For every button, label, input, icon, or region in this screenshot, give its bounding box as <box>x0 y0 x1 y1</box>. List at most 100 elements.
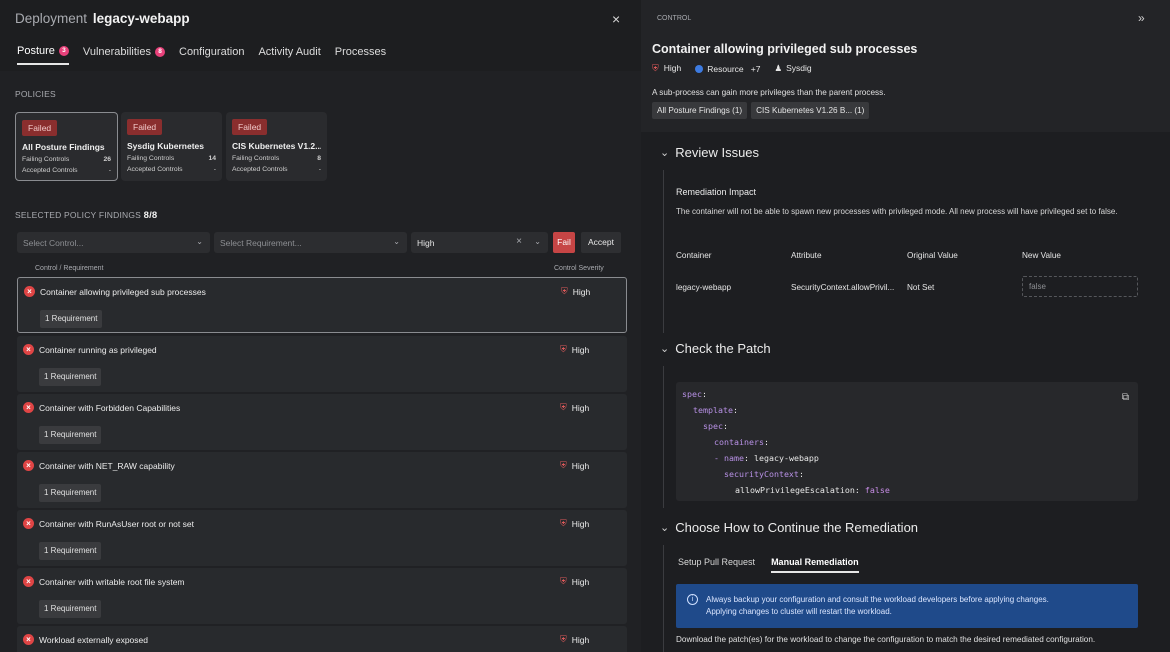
resource-meta[interactable]: Resource +7 <box>695 64 760 74</box>
failing-row: Failing Controls 8 <box>232 155 321 162</box>
tab-label: Vulnerabilities <box>82 46 151 58</box>
requirement-chip[interactable]: 1 Requirement <box>39 542 102 560</box>
new-value-input[interactable]: false <box>1022 276 1138 297</box>
control-placeholder: Select Control... <box>23 238 84 248</box>
review-issues-header[interactable]: ⌄ Review Issues <box>660 145 759 160</box>
severity-label: High <box>571 344 590 355</box>
severity: ⛨ High <box>560 576 589 587</box>
failing-label: Failing Controls <box>232 155 280 162</box>
resource-label: Resource <box>707 63 744 74</box>
tab-label: Activity Audit <box>258 46 321 58</box>
count-badge: 3 <box>58 46 69 56</box>
severity: ⛨ High <box>560 460 589 471</box>
check-patch-header[interactable]: ⌄ Check the Patch <box>660 341 771 356</box>
control-header: CONTROL » Container allowing privileged … <box>641 0 1170 132</box>
severity-select[interactable]: High × ⌄ <box>411 232 548 253</box>
policy-card[interactable]: Failed Sysdig Kubernetes Failing Control… <box>121 112 222 181</box>
tab-posture[interactable]: Posture 3 <box>17 45 69 65</box>
collapse-panel-icon[interactable]: » <box>1138 11 1145 25</box>
finding-title: Container with writable root file system <box>39 577 185 587</box>
tab-manual-remediation[interactable]: Manual Remediation <box>771 557 859 573</box>
shield-icon: ⛨ <box>560 518 567 528</box>
requirement-placeholder: Select Requirement... <box>220 238 302 248</box>
fail-button[interactable]: Fail <box>553 232 575 253</box>
cell-original: Not Set <box>907 283 935 292</box>
control-select[interactable]: Select Control... ⌄ <box>17 232 210 253</box>
copy-icon[interactable]: ⧉ <box>1122 392 1129 403</box>
chevron-down-icon: ⌄ <box>196 237 203 246</box>
tab-processes[interactable]: Processes <box>335 45 386 65</box>
tab-configuration[interactable]: Configuration <box>179 45 244 65</box>
download-text: Download the patch(es) for the workload … <box>676 635 1096 644</box>
chevron-down-icon: ⌄ <box>534 237 541 246</box>
fail-x-icon: × <box>23 402 34 413</box>
info-line: Always backup your configuration and con… <box>706 595 1049 604</box>
code-sep: : <box>701 389 707 399</box>
tab-setup-pull-request[interactable]: Setup Pull Request <box>678 557 755 573</box>
column-header-new: New Value <box>1022 251 1061 260</box>
control-description: A sub-process can gain more privileges t… <box>652 88 886 97</box>
severity: ⛨ High <box>560 518 589 529</box>
shield-icon: ⛨ <box>560 344 567 354</box>
code-key: spec <box>703 421 723 431</box>
code-line: template: <box>693 405 738 415</box>
accepted-row: Accepted Controls - <box>22 167 111 174</box>
failing-label: Failing Controls <box>22 156 70 163</box>
severity-label: High <box>663 63 682 73</box>
accepted-label: Accepted Controls <box>22 167 78 174</box>
tab-activity-audit[interactable]: Activity Audit <box>258 45 320 65</box>
code-key: name <box>724 453 744 463</box>
code-sep: : <box>732 405 738 415</box>
failed-badge: Failed <box>127 119 163 135</box>
code-key: template <box>693 405 733 415</box>
policy-tag[interactable]: CIS Kubernetes V1.26 B... (1) <box>751 102 870 119</box>
requirement-chip[interactable]: 1 Requirement <box>39 600 102 618</box>
finding-row[interactable]: × Container with Forbidden Capabilities … <box>17 394 627 450</box>
findings-count: 8/8 <box>143 210 158 221</box>
policy-tag[interactable]: All Posture Findings (1) <box>652 102 748 119</box>
remediation-tabs: Setup Pull Request Manual Remediation <box>678 557 859 573</box>
tab-label: Configuration <box>179 46 245 58</box>
fail-x-icon: × <box>23 344 34 355</box>
policy-card[interactable]: Failed CIS Kubernetes V1.2... Failing Co… <box>226 112 327 181</box>
section-title: Choose How to Continue the Remediation <box>675 520 919 535</box>
requirement-select[interactable]: Select Requirement... ⌄ <box>214 232 407 253</box>
policy-card[interactable]: Failed All Posture Findings Failing Cont… <box>15 112 118 181</box>
resource-more: +7 <box>750 63 761 74</box>
count-badge: 8 <box>155 47 165 57</box>
fail-x-icon: × <box>23 518 34 529</box>
section-divider <box>663 366 664 508</box>
finding-row[interactable]: × Container running as privileged ⛨ High … <box>17 336 627 392</box>
chevron-down-icon: ⌄ <box>660 147 670 159</box>
deployment-header: Deployment legacy-webapp × Posture 3 Vul… <box>0 0 641 71</box>
control-meta: ⛨ High Resource +7 ♟ Sysdig <box>652 63 812 74</box>
finding-row[interactable]: × Container with writable root file syst… <box>17 568 627 624</box>
accept-button[interactable]: Accept <box>581 232 621 253</box>
requirement-chip[interactable]: 1 Requirement <box>40 310 103 328</box>
deployment-panel: Deployment legacy-webapp × Posture 3 Vul… <box>0 0 641 652</box>
finding-row[interactable]: × Container with RunAsUser root or not s… <box>17 510 627 566</box>
remediation-header[interactable]: ⌄ Choose How to Continue the Remediation <box>660 520 918 535</box>
control-section-label: CONTROL <box>657 15 692 22</box>
requirement-chip[interactable]: 1 Requirement <box>39 368 102 386</box>
close-icon[interactable]: × <box>612 11 620 27</box>
finding-row[interactable]: × Container allowing privileged sub proc… <box>17 277 627 333</box>
requirement-chip[interactable]: 1 Requirement <box>39 484 102 502</box>
code-line: containers: <box>714 437 769 447</box>
column-header-original: Original Value <box>907 251 958 260</box>
tab-vulnerabilities[interactable]: Vulnerabilities 8 <box>83 45 165 65</box>
clear-icon[interactable]: × <box>516 236 522 247</box>
requirement-chip[interactable]: 1 Requirement <box>39 426 102 444</box>
finding-row[interactable]: × Container with NET_RAW capability ⛨ Hig… <box>17 452 627 508</box>
severity: ⛨ High <box>560 402 589 413</box>
finding-row[interactable]: × Workload externally exposed ⛨ High <box>17 626 627 652</box>
code-sep: : <box>763 437 769 447</box>
finding-title: Workload externally exposed <box>39 635 148 645</box>
code-line: spec: <box>703 421 728 431</box>
code-sep: : <box>798 469 804 479</box>
fail-x-icon: × <box>24 286 35 297</box>
code-line: securityContext: <box>724 469 804 479</box>
severity-label: High <box>571 518 590 529</box>
severity-label: High <box>571 460 590 471</box>
accepted-row: Accepted Controls - <box>127 166 216 173</box>
